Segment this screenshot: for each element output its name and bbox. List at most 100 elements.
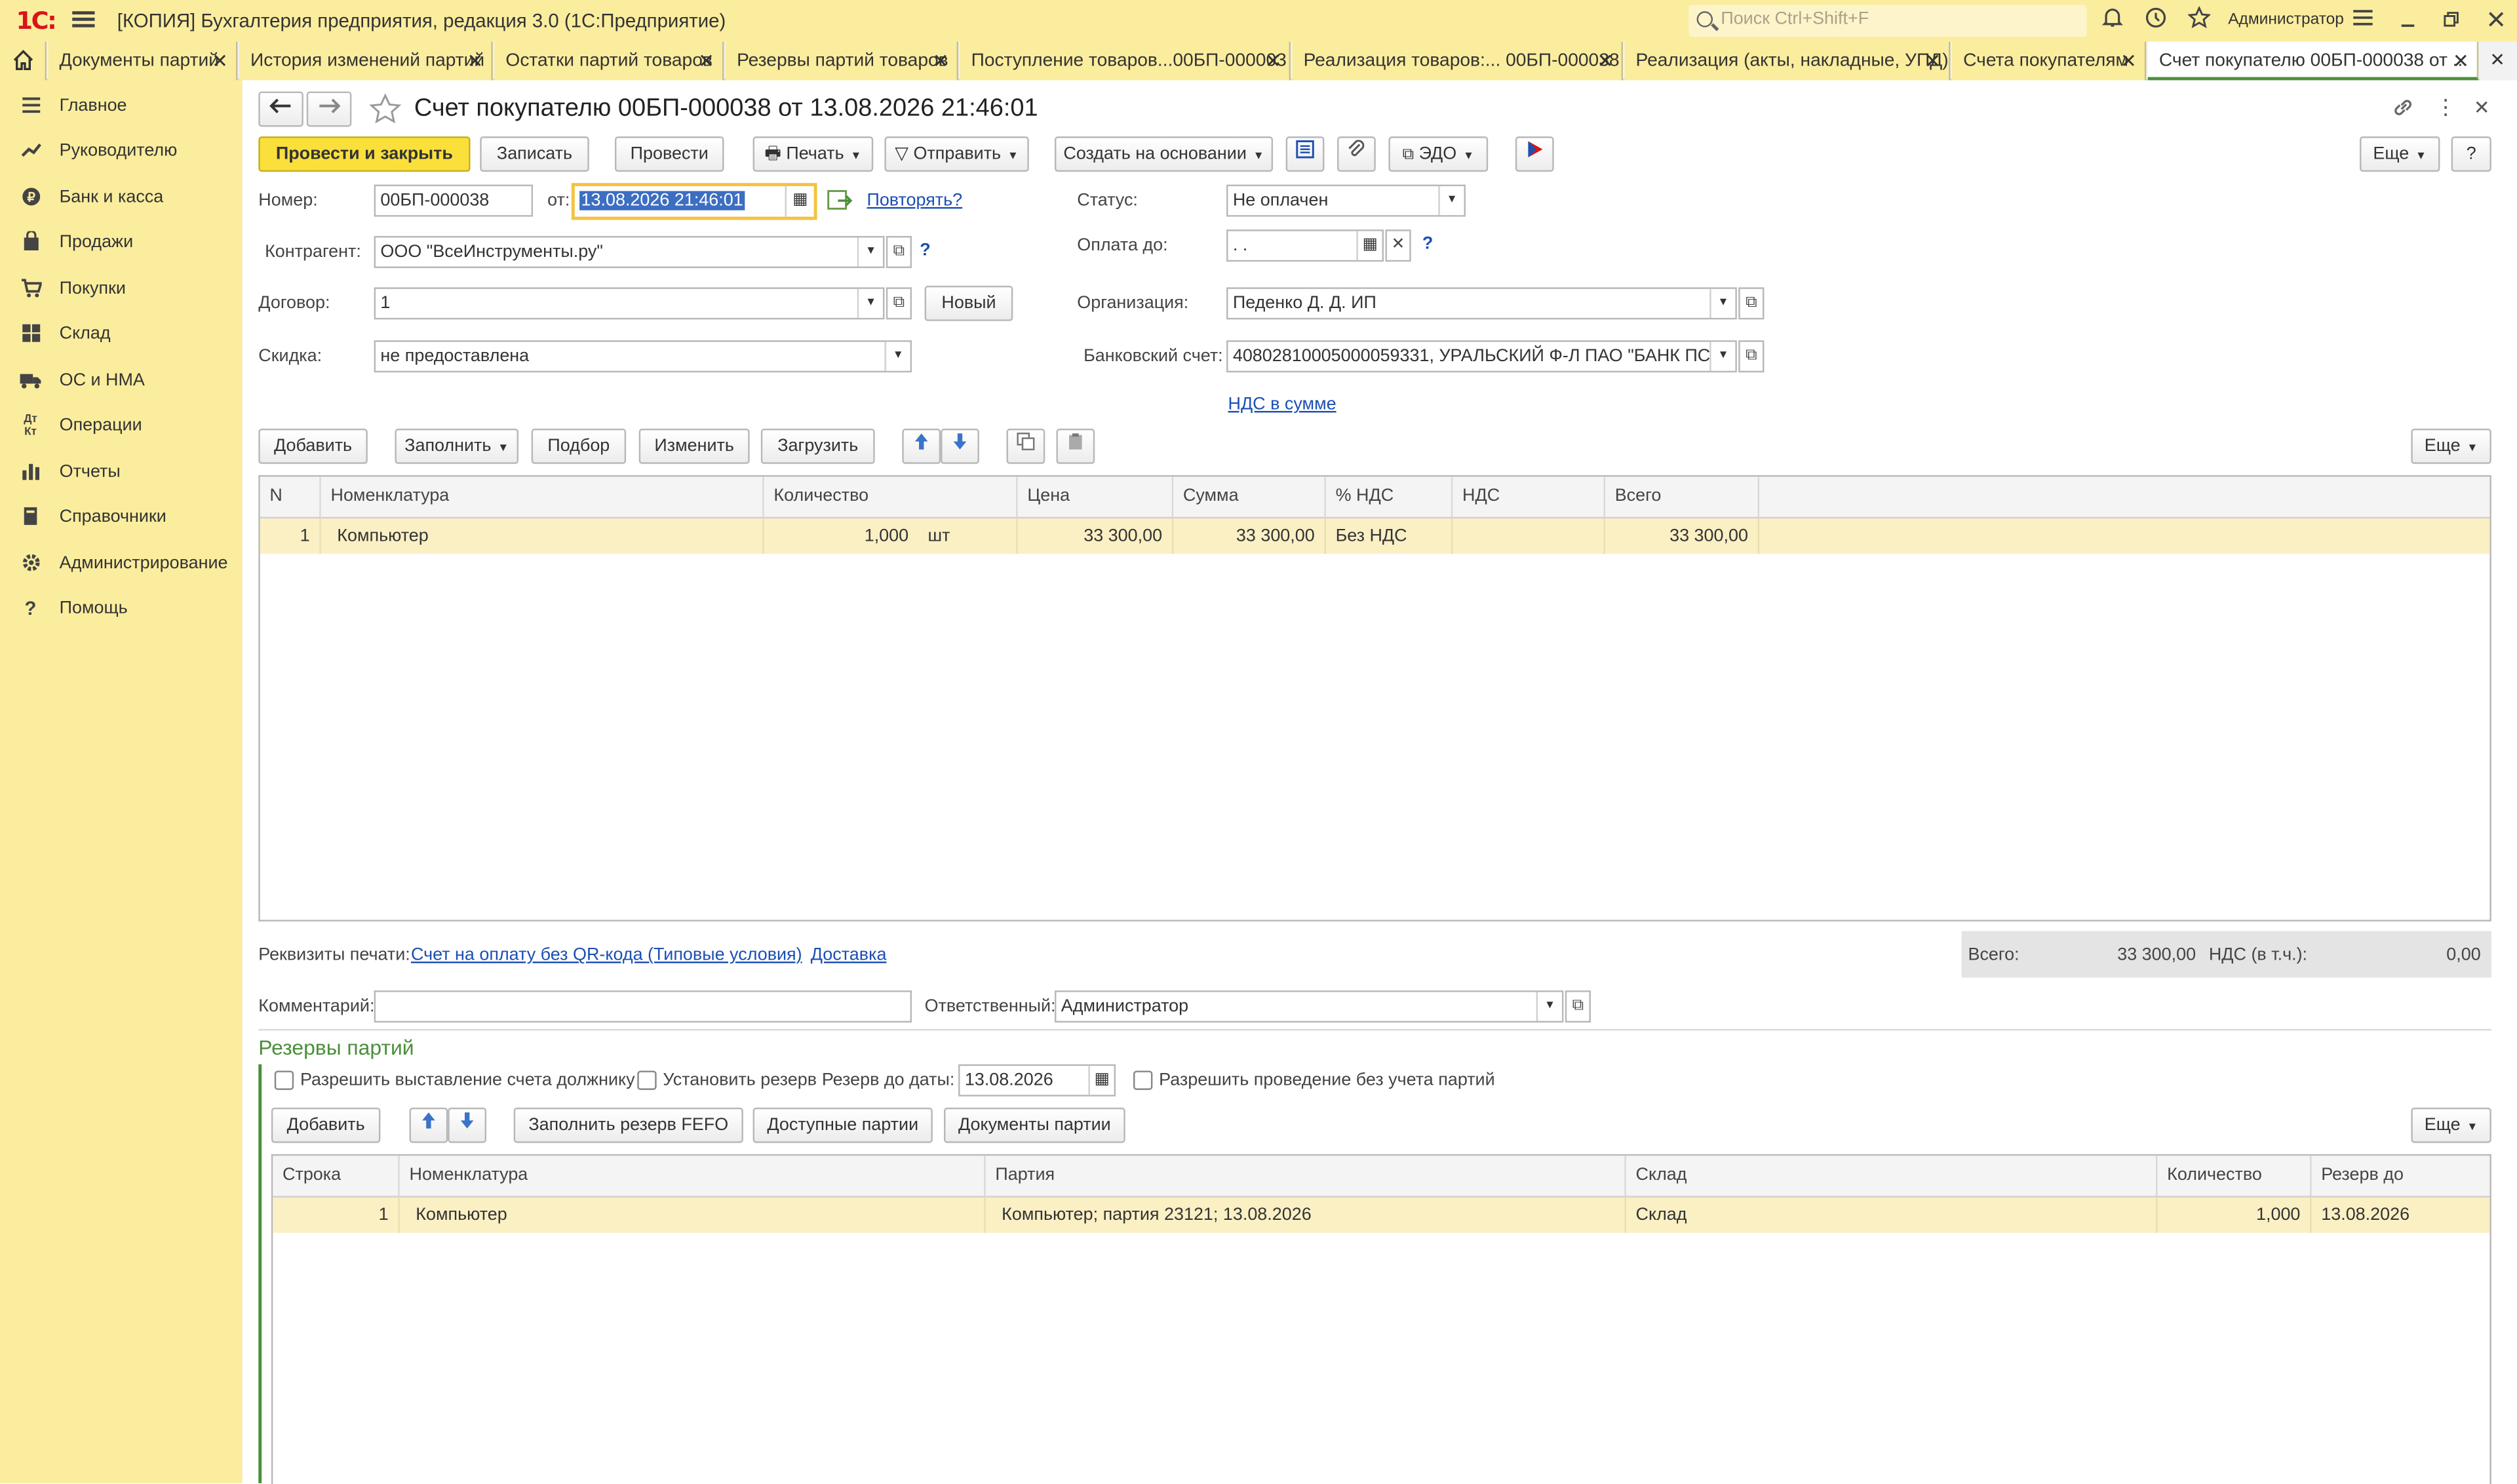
- new-contract-button[interactable]: Новый: [924, 285, 1013, 321]
- edo-button[interactable]: ⧉ ЭДО ▼: [1388, 136, 1489, 172]
- sidebar-item-main[interactable]: Главное: [0, 90, 243, 125]
- sidebar-item-help[interactable]: ? Помощь: [0, 593, 243, 628]
- reserves-more-button[interactable]: Еще ▼: [2411, 1107, 2491, 1143]
- attachment-icon[interactable]: [1337, 136, 1376, 172]
- column-header[interactable]: Всего: [1605, 477, 1760, 519]
- tab-close-icon[interactable]: ✕: [1924, 42, 1941, 81]
- status-select[interactable]: Не оплачен ▼: [1226, 184, 1466, 217]
- available-batches-button[interactable]: Доступные партии: [752, 1107, 933, 1143]
- set-reserve-label[interactable]: Установить резерв: [663, 1070, 817, 1089]
- column-header[interactable]: Номенклатура: [399, 1156, 986, 1198]
- print-requisites-link[interactable]: Счет на оплату без QR-кода (Типовые усло…: [411, 945, 802, 964]
- pay-until-help-icon[interactable]: ?: [1422, 235, 1433, 254]
- move-down-icon[interactable]: [448, 1107, 487, 1143]
- reserves-add-button[interactable]: Добавить: [271, 1107, 381, 1143]
- vat-mode-link[interactable]: НДС в сумме: [1228, 395, 1336, 414]
- chevron-down-icon[interactable]: ▼: [1709, 342, 1736, 371]
- column-header[interactable]: Резерв до: [2311, 1156, 2490, 1198]
- close-icon[interactable]: [2482, 7, 2510, 35]
- column-header[interactable]: НДС: [1453, 477, 1605, 519]
- minimize-icon[interactable]: [2393, 7, 2422, 35]
- column-header[interactable]: Сумма: [1173, 477, 1326, 519]
- column-header[interactable]: Количество: [2157, 1156, 2312, 1198]
- column-header[interactable]: Строка: [273, 1156, 400, 1198]
- structure-icon[interactable]: [1285, 136, 1325, 172]
- pay-until-field[interactable]: . . ▦: [1226, 229, 1384, 262]
- allow-without-batches-checkbox[interactable]: [1133, 1070, 1153, 1090]
- fill-fefo-button[interactable]: Заполнить резерв FEFO: [513, 1107, 743, 1143]
- column-header[interactable]: Номенклатура: [321, 477, 764, 519]
- number-field[interactable]: 00БП-000038: [374, 184, 534, 217]
- tab-close-icon[interactable]: ✕: [2453, 42, 2469, 77]
- reserves-group-title[interactable]: Резервы партий: [258, 1036, 414, 1060]
- sidebar-item-operations[interactable]: Дт Кт Операции: [0, 409, 243, 444]
- print-button[interactable]: 🖶 Печать ▼: [752, 136, 874, 172]
- column-header[interactable]: % НДС: [1325, 477, 1453, 519]
- search-input[interactable]: Поиск Ctrl+Shift+F: [1688, 5, 2087, 37]
- tab-close-icon[interactable]: ✕: [933, 42, 949, 81]
- clear-date-icon[interactable]: ✕: [1385, 229, 1411, 262]
- paste-rows-icon[interactable]: [1056, 428, 1095, 464]
- open-contractor-icon[interactable]: ⧉: [886, 236, 912, 268]
- calendar-icon[interactable]: ▦: [1088, 1066, 1114, 1095]
- tab-customer-invoices[interactable]: Счета покупателям ✕: [1951, 41, 2147, 81]
- column-header[interactable]: Цена: [1017, 477, 1174, 519]
- table-row[interactable]: 1 Компьютер 1,000 шт 33 300,00 33 300,00…: [260, 518, 2490, 554]
- move-up-icon[interactable]: [902, 428, 941, 464]
- allow-debtor-label[interactable]: Разрешить выставление счета должнику: [300, 1070, 635, 1089]
- batch-documents-button[interactable]: Документы партии: [944, 1107, 1125, 1143]
- close-all-tabs-icon[interactable]: ✕: [2480, 41, 2517, 81]
- calendar-icon[interactable]: ▦: [785, 186, 814, 217]
- tab-goods-receipt[interactable]: Поступление товаров...00БП-000003 ✕: [960, 41, 1291, 81]
- form-close-icon[interactable]: ✕: [2472, 94, 2491, 120]
- tab-close-icon[interactable]: ✕: [212, 42, 228, 81]
- restore-icon[interactable]: [2437, 7, 2466, 35]
- column-header[interactable]: Количество: [764, 477, 1018, 519]
- open-bank-account-icon[interactable]: ⧉: [1738, 340, 1765, 373]
- tab-close-icon[interactable]: ✕: [467, 42, 484, 81]
- move-up-icon[interactable]: [409, 1107, 448, 1143]
- more-vertical-icon[interactable]: ⋮: [2435, 94, 2456, 120]
- allow-without-batches-label[interactable]: Разрешить проведение без учета партий: [1159, 1070, 1494, 1089]
- favorite-star-icon[interactable]: [369, 93, 402, 125]
- calendar-icon[interactable]: ▦: [1356, 231, 1382, 260]
- chevron-down-icon[interactable]: ▼: [884, 342, 910, 371]
- table-row[interactable]: 1 Компьютер Компьютер; партия 23121; 13.…: [273, 1197, 2490, 1233]
- sidebar-item-purchases[interactable]: Покупки: [0, 273, 243, 308]
- goods-more-button[interactable]: Еще ▼: [2411, 428, 2491, 464]
- contract-field[interactable]: 1 ▼: [374, 287, 885, 320]
- chevron-down-icon[interactable]: ▼: [857, 288, 883, 318]
- sidebar-item-management[interactable]: Руководителю: [0, 135, 243, 170]
- link-icon[interactable]: [2392, 96, 2414, 119]
- allow-debtor-checkbox[interactable]: [274, 1070, 294, 1090]
- forward-button[interactable]: [306, 91, 352, 127]
- contractor-help-icon[interactable]: ?: [920, 241, 930, 260]
- column-header[interactable]: Партия: [985, 1156, 1626, 1198]
- sidebar-item-bank[interactable]: ₽ Банк и касса: [0, 182, 243, 217]
- open-contract-icon[interactable]: ⧉: [886, 287, 912, 320]
- goods-fill-button[interactable]: Заполнить ▼: [395, 428, 519, 464]
- chevron-down-icon[interactable]: ▼: [1536, 992, 1562, 1021]
- user-name[interactable]: Администратор: [2228, 11, 2344, 29]
- organization-field[interactable]: Педенко Д. Д. ИП ▼: [1226, 287, 1737, 320]
- sidebar-item-administration[interactable]: Администрирование: [0, 547, 243, 583]
- responsible-field[interactable]: Администратор ▼: [1054, 990, 1564, 1023]
- post-button[interactable]: Провести: [614, 136, 724, 172]
- star-icon[interactable]: [2185, 5, 2214, 35]
- discount-select[interactable]: не предоставлена ▼: [374, 340, 912, 373]
- post-and-close-button[interactable]: Провести и закрыть: [258, 136, 471, 172]
- tab-close-icon[interactable]: ✕: [2120, 42, 2137, 81]
- goods-add-button[interactable]: Добавить: [258, 428, 368, 464]
- tab-batch-documents[interactable]: Документы партий ✕: [48, 41, 238, 81]
- save-button[interactable]: Записать: [480, 136, 589, 172]
- tab-batch-balances[interactable]: Остатки партий товаров ✕: [494, 41, 724, 81]
- sidebar-item-fixed-assets[interactable]: ОС и НМА: [0, 364, 243, 400]
- reserve-until-field[interactable]: 13.08.2026 ▦: [958, 1064, 1116, 1097]
- settings-menu-icon[interactable]: [2349, 7, 2377, 35]
- column-header[interactable]: N: [260, 477, 321, 519]
- goods-load-button[interactable]: Загрузить: [760, 428, 875, 464]
- help-button[interactable]: ?: [2451, 136, 2491, 172]
- tab-close-icon[interactable]: ✕: [698, 42, 714, 81]
- repeat-link[interactable]: Повторять?: [867, 191, 962, 210]
- bank-account-field[interactable]: 40802810005000059331, УРАЛЬСКИЙ Ф-Л ПАО …: [1226, 340, 1737, 373]
